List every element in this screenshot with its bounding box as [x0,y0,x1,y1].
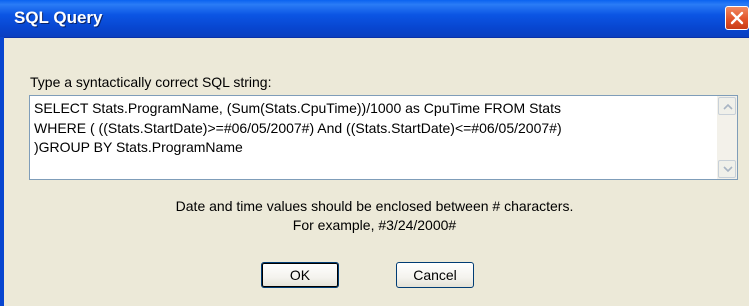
info-text-line-1: Date and time values should be enclosed … [175,198,574,214]
cancel-button[interactable]: Cancel [396,262,474,288]
close-icon [730,11,744,25]
sql-line-3: )GROUP BY Stats.ProgramName [34,139,243,155]
scroll-down-button[interactable] [718,160,736,178]
scroll-up-button[interactable] [718,97,736,115]
prompt-label: Type a syntactically correct SQL string: [30,74,272,90]
window-title: SQL Query [14,8,103,27]
sql-textarea[interactable]: SELECT Stats.ProgramName, (Sum(Stats.Cpu… [29,95,738,180]
ok-button[interactable]: OK [261,262,339,288]
sql-text[interactable]: SELECT Stats.ProgramName, (Sum(Stats.Cpu… [34,99,710,158]
info-text-line-2: For example, #3/24/2000# [292,217,457,233]
title-bar[interactable]: SQL Query [0,0,749,38]
close-button[interactable] [725,6,749,30]
sql-query-dialog: SQL Query Type a syntactically correct S… [0,0,749,306]
vertical-scrollbar[interactable] [717,96,737,179]
sql-line-1: SELECT Stats.ProgramName, (Sum(Stats.Cpu… [34,100,561,116]
sql-line-2: WHERE ( ((Stats.StartDate)>=#06/05/2007#… [34,119,562,136]
window-frame [0,37,4,306]
chevron-down-icon [723,166,733,173]
chevron-up-icon [723,103,733,110]
